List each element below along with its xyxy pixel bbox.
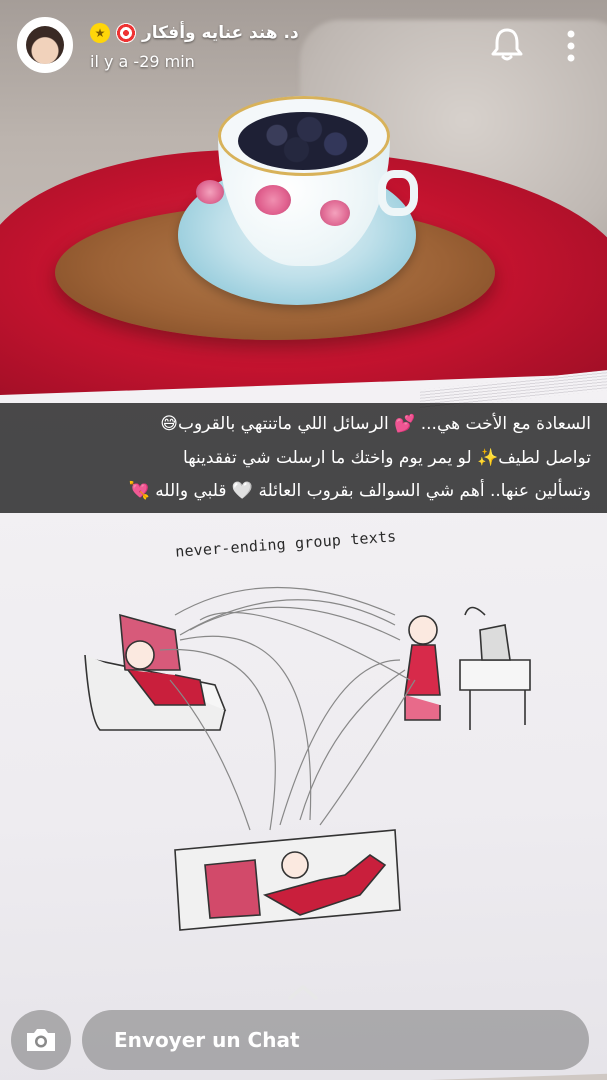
send-chat-input[interactable]: Envoyer un Chat <box>82 1010 589 1070</box>
username-row[interactable]: ★ د. هند عنايه وأفكار <box>90 20 299 46</box>
star-badge-icon: ★ <box>90 23 110 43</box>
chevron-up-icon[interactable] <box>286 982 320 1002</box>
teacup-handle <box>378 170 418 216</box>
camera-button[interactable] <box>11 1010 71 1070</box>
story-view[interactable]: never-ending group texts ★ د. هند عنايه … <box>0 0 607 1080</box>
right-desk-figure <box>404 606 531 730</box>
left-sofa-figure <box>84 613 227 731</box>
camera-icon <box>27 1029 55 1051</box>
story-header: ★ د. هند عنايه وأفكار il y a -29 min <box>0 0 607 90</box>
avatar[interactable] <box>17 17 73 73</box>
caption-line-2: تواصل لطيف✨ لو يمر يوم واختك ما ارسلت شي… <box>183 448 591 468</box>
more-vertical-icon[interactable] <box>556 26 586 66</box>
story-timestamp: il y a -29 min <box>90 52 195 71</box>
caption-line-1: السعادة مع الأخت هي... 💕 الرسائل اللي ما… <box>160 414 591 434</box>
bell-icon[interactable] <box>487 24 527 64</box>
rose-pattern <box>196 180 224 204</box>
username[interactable]: د. هند عنايه وأفكار <box>142 23 299 43</box>
send-chat-placeholder: Envoyer un Chat <box>114 1028 300 1052</box>
target-emoji-icon <box>116 23 136 43</box>
blueberries <box>238 112 368 170</box>
bitmoji-avatar-icon <box>26 26 64 64</box>
caption-line-3: وتسألين عنها.. أهم شي السوالف بقروب العا… <box>128 481 591 501</box>
story-caption: السعادة مع الأخت هي... 💕 الرسائل اللي ما… <box>0 403 607 513</box>
rose-pattern <box>320 200 350 226</box>
rose-pattern <box>255 185 291 215</box>
group-texts-illustration <box>84 586 531 931</box>
bottom-sofa-figure <box>174 829 401 931</box>
